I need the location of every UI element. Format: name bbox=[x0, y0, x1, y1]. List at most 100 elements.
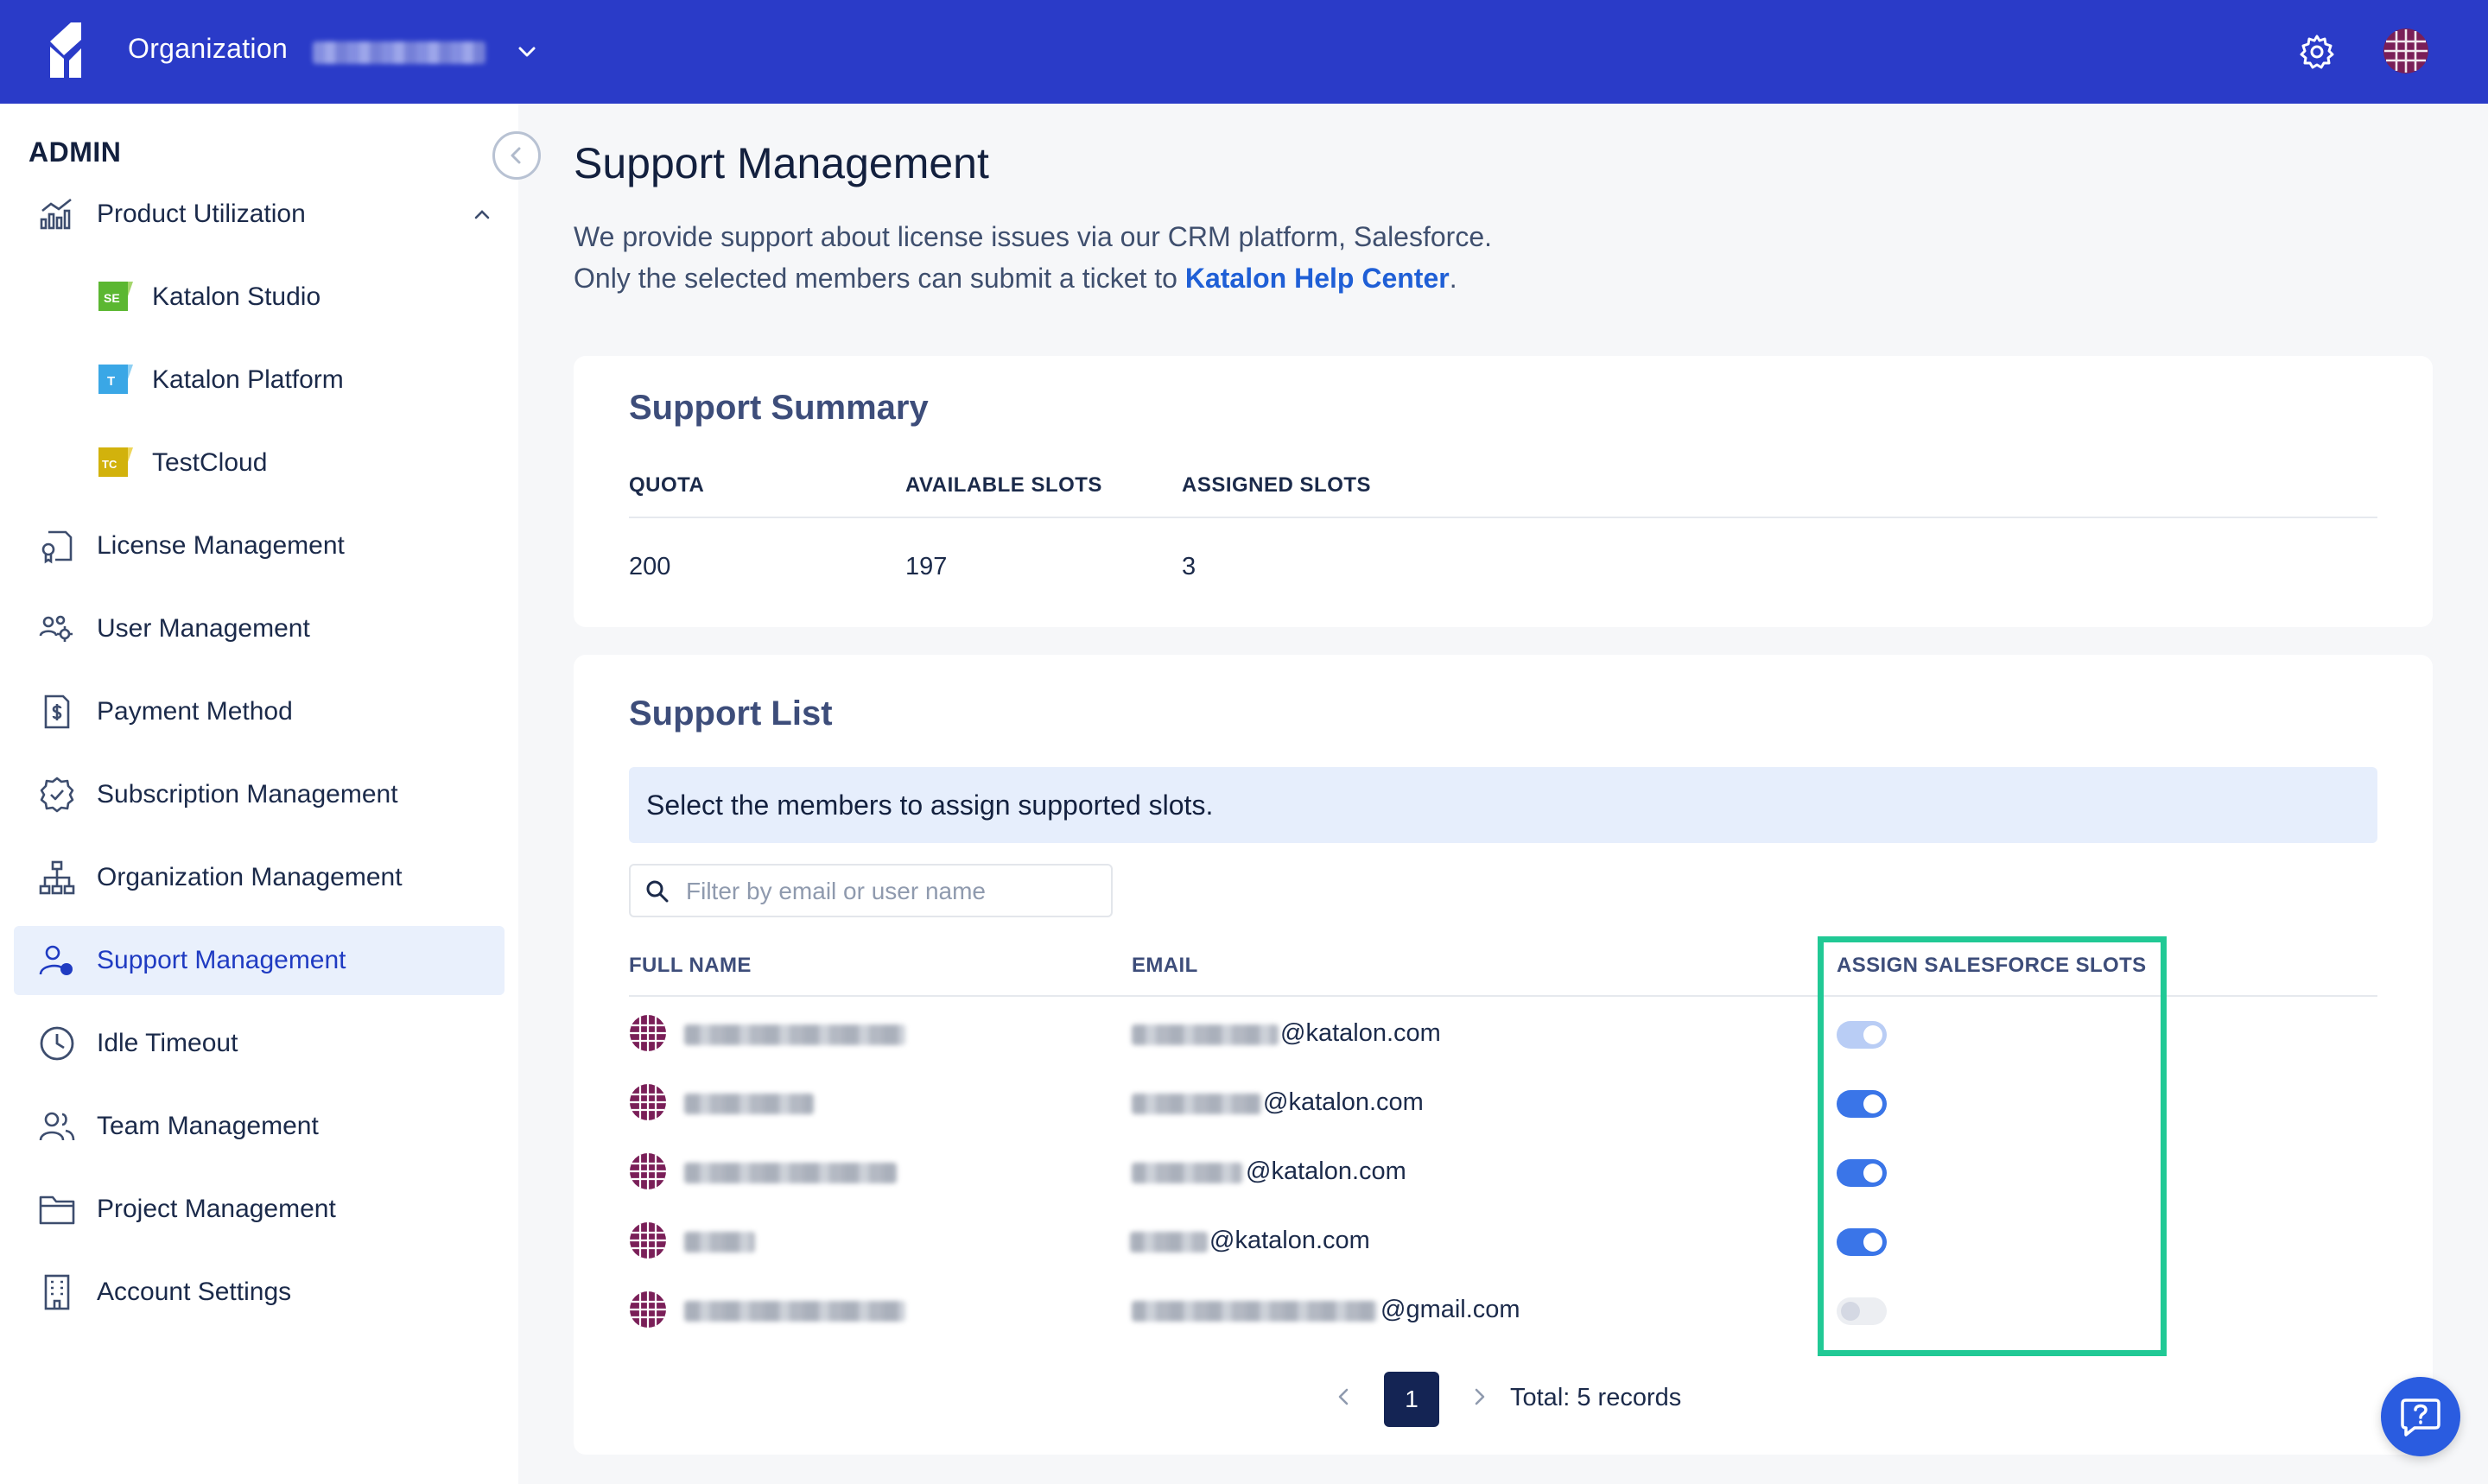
pagination-page-button[interactable]: 1 bbox=[1384, 1372, 1439, 1427]
chevron-down-icon[interactable] bbox=[513, 38, 541, 66]
sidebar-item-support-management[interactable]: Support Management bbox=[14, 926, 505, 995]
katalon-platform-icon: T bbox=[98, 365, 133, 394]
badge-check-icon bbox=[40, 777, 74, 813]
user-avatar[interactable] bbox=[2383, 28, 2429, 74]
sidebar-item-project-management[interactable]: Project Management bbox=[14, 1175, 505, 1244]
intro-suffix: . bbox=[1449, 263, 1457, 294]
license-icon bbox=[41, 530, 73, 564]
toggle-knob bbox=[1863, 1233, 1882, 1252]
intro-text: We provide support about license issues … bbox=[574, 216, 1492, 299]
full-name-redacted bbox=[684, 1094, 814, 1114]
email-user-redacted bbox=[1130, 1232, 1208, 1253]
support-summary-card: Support Summary QUOTA AVAILABLE SLOTS AS… bbox=[574, 356, 2433, 627]
katalon-logo-icon[interactable] bbox=[45, 22, 90, 78]
chevron-up-icon[interactable] bbox=[470, 202, 494, 226]
sidebar-item-team-management[interactable]: Team Management bbox=[14, 1092, 505, 1161]
katalon-help-center-link[interactable]: Katalon Help Center bbox=[1185, 263, 1450, 294]
sidebar-item-label: Team Management bbox=[97, 1112, 319, 1140]
assign-slot-toggle[interactable] bbox=[1837, 1090, 1887, 1118]
sidebar-item-account-settings[interactable]: Account Settings bbox=[14, 1258, 505, 1327]
user-avatar bbox=[630, 1222, 666, 1259]
info-banner: Select the members to assign supported s… bbox=[629, 767, 2377, 843]
page-title: Support Management bbox=[574, 139, 989, 187]
assign-slot-toggle[interactable] bbox=[1837, 1021, 1887, 1049]
email-domain: @katalon.com bbox=[1280, 1019, 1441, 1047]
intro-line-2: Only the selected members can submit a t… bbox=[574, 257, 1492, 299]
users-gear-icon bbox=[39, 615, 73, 642]
filter-search-box[interactable] bbox=[629, 864, 1113, 917]
clock-icon bbox=[40, 1026, 74, 1061]
available-slots-value: 197 bbox=[905, 553, 948, 580]
sidebar-item-testcloud[interactable]: TC TestCloud bbox=[14, 428, 505, 498]
svg-text:TC: TC bbox=[102, 458, 117, 471]
toggle-knob bbox=[1863, 1164, 1882, 1183]
collapse-sidebar-button[interactable] bbox=[492, 131, 541, 180]
assigned-slots-header: ASSIGNED SLOTS bbox=[1182, 473, 1372, 497]
sidebar-title: ADMIN bbox=[29, 136, 122, 168]
summary-divider bbox=[629, 517, 2377, 518]
intro-line-1: We provide support about license issues … bbox=[574, 221, 1492, 252]
list-divider bbox=[629, 995, 2377, 997]
sidebar-item-label: Account Settings bbox=[97, 1278, 292, 1306]
sidebar-item-user-management[interactable]: User Management bbox=[14, 594, 505, 663]
column-full-name: FULL NAME bbox=[629, 954, 752, 977]
column-email: EMAIL bbox=[1132, 954, 1198, 977]
org-tree-icon bbox=[39, 860, 75, 895]
svg-text:T: T bbox=[107, 374, 115, 389]
full-name-redacted bbox=[684, 1232, 755, 1253]
email-user-redacted bbox=[1132, 1094, 1261, 1114]
gear-icon[interactable] bbox=[2298, 33, 2336, 71]
user-avatar bbox=[630, 1015, 666, 1051]
column-assign-salesforce-slots: ASSIGN SALESFORCE SLOTS bbox=[1837, 954, 2147, 977]
assign-slot-toggle[interactable] bbox=[1837, 1228, 1887, 1256]
search-icon bbox=[646, 880, 669, 903]
chevron-left-icon bbox=[511, 147, 521, 164]
sidebar-item-label: Idle Timeout bbox=[97, 1029, 238, 1057]
team-icon bbox=[39, 1112, 75, 1141]
katalon-studio-icon: SE bbox=[98, 282, 133, 311]
full-name-redacted bbox=[684, 1024, 905, 1045]
testcloud-icon: TC bbox=[98, 447, 133, 477]
user-support-icon bbox=[39, 945, 73, 975]
payment-icon bbox=[44, 694, 70, 729]
full-name-redacted bbox=[684, 1301, 905, 1322]
email-user-redacted bbox=[1132, 1301, 1377, 1322]
sidebar-item-label: Support Management bbox=[97, 946, 346, 974]
pagination-total: Total: 5 records bbox=[1510, 1384, 1682, 1411]
sidebar-item-product-utilization[interactable]: Product Utilization bbox=[14, 180, 505, 249]
help-chat-icon bbox=[2401, 1398, 2440, 1436]
folder-icon bbox=[39, 1195, 75, 1225]
assign-slot-toggle[interactable] bbox=[1837, 1297, 1887, 1325]
quota-value: 200 bbox=[629, 553, 671, 580]
sidebar-item-label: Katalon Studio bbox=[152, 282, 321, 311]
sidebar-item-label: Subscription Management bbox=[97, 780, 398, 809]
sidebar-item-license-management[interactable]: License Management bbox=[14, 511, 505, 580]
assign-slot-toggle[interactable] bbox=[1837, 1159, 1887, 1187]
svg-text:SE: SE bbox=[104, 291, 120, 305]
table-row: @gmail.com bbox=[629, 1275, 2377, 1344]
help-chat-button[interactable] bbox=[2381, 1377, 2460, 1456]
sidebar-item-organization-management[interactable]: Organization Management bbox=[14, 843, 505, 912]
sidebar-item-idle-timeout[interactable]: Idle Timeout bbox=[14, 1009, 505, 1078]
chevron-right-icon[interactable] bbox=[1467, 1384, 1493, 1410]
sidebar-item-payment-method[interactable]: Payment Method bbox=[14, 677, 505, 746]
filter-input[interactable] bbox=[686, 872, 1101, 910]
sidebar-item-katalon-platform[interactable]: T Katalon Platform bbox=[14, 346, 505, 415]
sidebar-item-label: User Management bbox=[97, 614, 310, 643]
sidebar-item-subscription-management[interactable]: Subscription Management bbox=[14, 760, 505, 829]
table-row: @katalon.com bbox=[629, 1068, 2377, 1137]
chevron-left-icon[interactable] bbox=[1330, 1384, 1356, 1410]
organization-name-redacted[interactable] bbox=[313, 41, 486, 64]
sidebar-item-katalon-studio[interactable]: SE Katalon Studio bbox=[14, 263, 505, 332]
assigned-slots-value: 3 bbox=[1182, 553, 1196, 580]
toggle-knob bbox=[1863, 1025, 1882, 1044]
sidebar-item-label: Product Utilization bbox=[97, 200, 306, 228]
quota-header: QUOTA bbox=[629, 473, 705, 497]
support-list-title: Support List bbox=[629, 694, 833, 732]
sidebar-item-label: Project Management bbox=[97, 1195, 336, 1223]
organization-label[interactable]: Organization bbox=[128, 33, 288, 65]
table-row: @katalon.com bbox=[629, 999, 2377, 1068]
user-avatar bbox=[630, 1153, 666, 1189]
top-bar: Organization bbox=[0, 0, 2488, 104]
intro-prefix: Only the selected members can submit a t… bbox=[574, 263, 1185, 294]
